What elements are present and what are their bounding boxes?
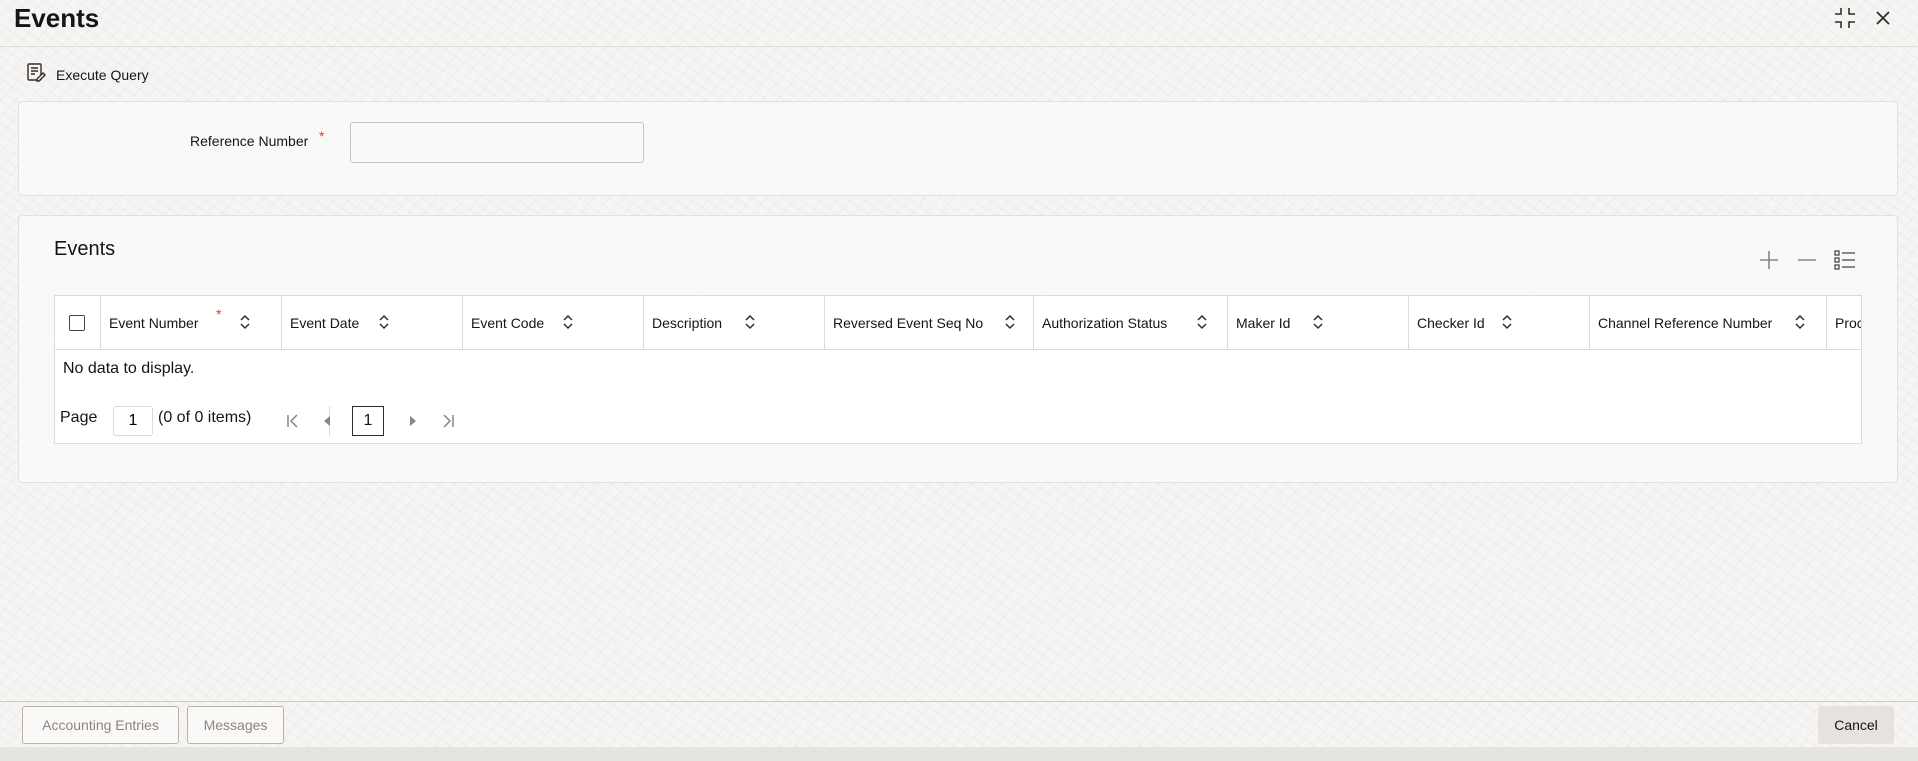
- col-label: Authorization Status: [1042, 315, 1168, 331]
- events-section-title: Events: [54, 238, 116, 260]
- col-description[interactable]: Description: [644, 296, 825, 350]
- empty-message: No data to display.: [63, 360, 195, 377]
- col-label: Event Date: [290, 315, 360, 331]
- sort-icon[interactable]: [743, 313, 757, 331]
- required-marker: *: [216, 306, 222, 322]
- sort-icon[interactable]: [1793, 313, 1807, 331]
- current-page-button[interactable]: 1: [352, 406, 384, 436]
- col-label: Checker Id: [1417, 315, 1485, 331]
- close-icon[interactable]: [1869, 4, 1897, 32]
- last-page-icon[interactable]: [434, 406, 462, 436]
- sort-icon[interactable]: [1311, 313, 1325, 331]
- page-number-input[interactable]: [113, 406, 153, 436]
- col-label: Reversed Event Seq No: [833, 315, 984, 331]
- col-label: Channel Reference Number: [1598, 315, 1773, 331]
- sort-icon[interactable]: [1003, 313, 1017, 331]
- reference-number-label: Reference Number: [190, 133, 309, 149]
- column-settings-icon[interactable]: [1831, 246, 1859, 274]
- query-icon: [26, 62, 46, 87]
- delete-row-icon[interactable]: [1793, 246, 1821, 274]
- col-maker-id[interactable]: Maker Id: [1228, 296, 1409, 350]
- pagination: Page (0 of 0 items) 1: [55, 399, 1861, 443]
- item-range: (0 of 0 items): [158, 409, 252, 426]
- col-label: Proc: [1835, 315, 1862, 331]
- col-event-number[interactable]: Event Number *: [101, 296, 282, 350]
- window-title: Events: [14, 3, 100, 33]
- messages-button[interactable]: Messages: [187, 706, 284, 744]
- events-grid: Event Number * Event Date Event Code Des…: [54, 295, 1862, 444]
- query-panel: Reference Number *: [18, 101, 1898, 196]
- title-bar: Events: [0, 0, 1918, 47]
- col-checker-id[interactable]: Checker Id: [1409, 296, 1590, 350]
- sort-icon[interactable]: [1500, 313, 1514, 331]
- restore-window-icon[interactable]: [1831, 4, 1859, 32]
- accounting-entries-button[interactable]: Accounting Entries: [22, 706, 179, 744]
- select-all-checkbox[interactable]: [69, 315, 85, 331]
- first-page-icon[interactable]: [279, 406, 307, 436]
- footer-bar: Accounting Entries Messages Cancel: [0, 701, 1918, 747]
- col-label: Maker Id: [1236, 315, 1291, 331]
- required-marker: *: [319, 128, 325, 144]
- col-authorization-status[interactable]: Authorization Status: [1034, 296, 1228, 350]
- execute-query-label: Execute Query: [56, 66, 149, 83]
- sort-icon[interactable]: [561, 313, 575, 331]
- select-all-cell: [55, 296, 101, 350]
- sort-icon[interactable]: [377, 313, 391, 331]
- col-label: Description: [652, 315, 723, 331]
- col-label: Event Number: [109, 315, 199, 331]
- table-actions: [1755, 246, 1859, 274]
- execute-query-button[interactable]: Execute Query: [26, 62, 149, 87]
- col-event-code[interactable]: Event Code: [463, 296, 644, 350]
- grid-header: Event Number * Event Date Event Code Des…: [55, 296, 1862, 350]
- col-reversed-event-seq-no[interactable]: Reversed Event Seq No: [825, 296, 1034, 350]
- col-channel-reference-number[interactable]: Channel Reference Number: [1590, 296, 1827, 350]
- next-page-icon[interactable]: [399, 406, 427, 436]
- previous-page-icon[interactable]: [313, 406, 341, 436]
- col-label: Event Code: [471, 315, 545, 331]
- reference-number-input[interactable]: [350, 122, 644, 163]
- col-proc[interactable]: Proc: [1827, 296, 1862, 350]
- sort-icon[interactable]: [238, 313, 252, 331]
- add-row-icon[interactable]: [1755, 246, 1783, 274]
- bottom-band: [0, 747, 1918, 761]
- sort-icon[interactable]: [1195, 313, 1209, 331]
- col-event-date[interactable]: Event Date: [282, 296, 463, 350]
- cancel-button[interactable]: Cancel: [1818, 706, 1894, 744]
- events-panel: Events Event Number * Event Date Event C…: [18, 215, 1898, 483]
- page-label: Page: [60, 409, 98, 426]
